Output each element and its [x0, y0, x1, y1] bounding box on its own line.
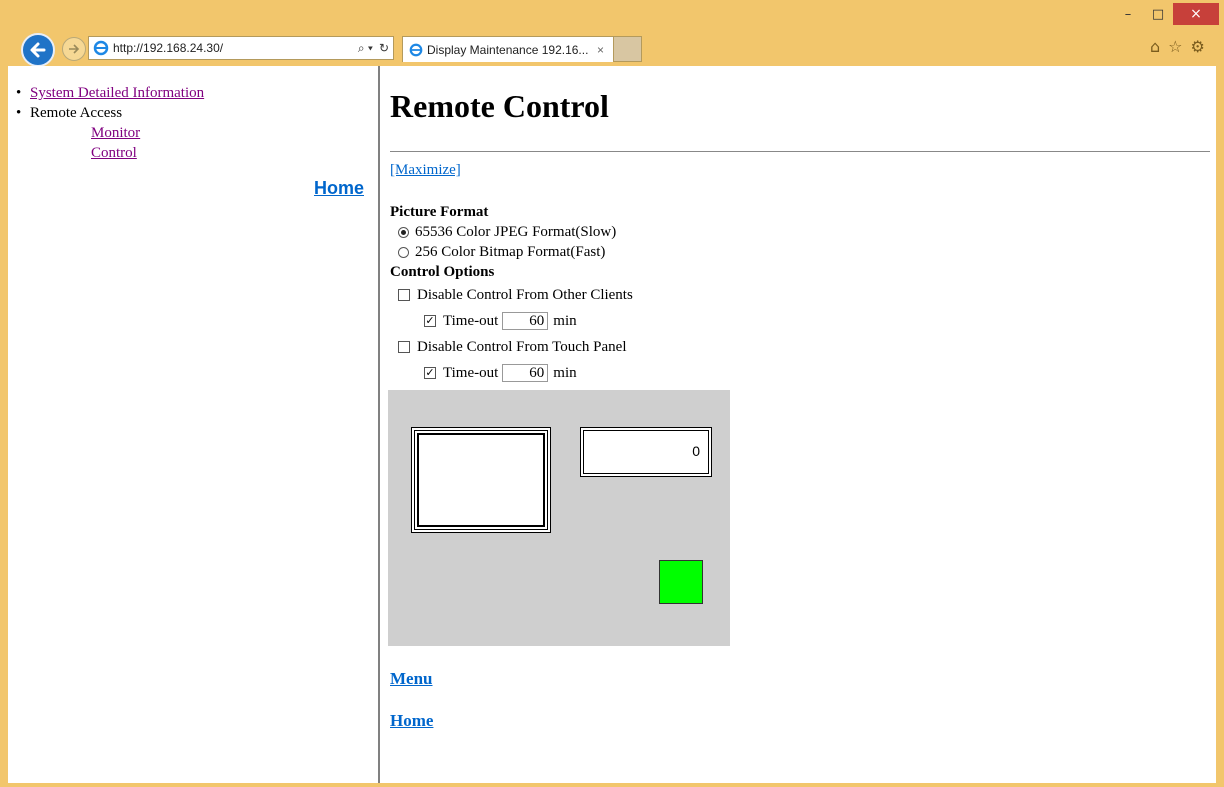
picture-format-header: Picture Format — [390, 204, 489, 220]
radio-unselected-icon[interactable] — [398, 246, 409, 258]
browser-tab[interactable]: Display Maintenance 192.16... × — [402, 36, 614, 62]
maximize-link[interactable]: [Maximize] — [390, 162, 461, 179]
forward-button[interactable] — [62, 37, 86, 61]
disable-touch-panel-option[interactable]: Disable Control From Touch Panel — [398, 334, 633, 360]
page-title: Remote Control — [390, 88, 609, 124]
format-jpeg-option[interactable]: 65536 Color JPEG Format(Slow) — [398, 222, 633, 242]
refresh-icon[interactable]: ↻ — [379, 41, 389, 56]
checkbox-checked-icon[interactable]: ✓ — [424, 315, 436, 327]
search-dropdown-icon[interactable]: ⌕ ▾ — [358, 41, 373, 56]
checkbox-checked-icon[interactable]: ✓ — [424, 367, 436, 379]
monitor-link[interactable]: Monitor — [91, 125, 140, 141]
title-divider — [390, 151, 1210, 152]
options-form: Picture Format 65536 Color JPEG Format(S… — [390, 202, 633, 386]
address-bar[interactable]: http://192.168.24.30/ ⌕ ▾ ↻ — [88, 36, 394, 60]
format-bitmap-option[interactable]: 256 Color Bitmap Format(Fast) — [398, 242, 633, 262]
favorites-star-icon[interactable]: ☆ — [1168, 37, 1182, 56]
address-url[interactable]: http://192.168.24.30/ — [113, 41, 331, 55]
minimize-button[interactable]: – — [1113, 3, 1143, 25]
home-link[interactable]: Home — [390, 711, 433, 731]
new-tab-button[interactable] — [614, 36, 642, 62]
disable-other-clients-option[interactable]: Disable Control From Other Clients — [398, 282, 633, 308]
browser-toolbar-icons: ⌂ ☆ ⚙ — [1150, 37, 1205, 56]
system-info-link[interactable]: System Detailed Information — [30, 85, 204, 101]
remote-screen-panel[interactable]: 0 — [388, 390, 730, 646]
tab-title: Display Maintenance 192.16... — [427, 42, 589, 57]
counter-display[interactable]: 0 — [580, 427, 712, 477]
menu-link[interactable]: Menu — [390, 669, 433, 689]
disable-other-clients-label: Disable Control From Other Clients — [417, 287, 633, 303]
radio-selected-icon[interactable] — [398, 226, 409, 238]
back-button[interactable] — [21, 33, 55, 67]
timeout1-option[interactable]: ✓ Time-out 60 min — [424, 308, 633, 334]
nav-item-remote-access: • Remote Access — [16, 105, 123, 121]
remote-access-label: Remote Access — [30, 105, 123, 121]
format-jpeg-label: 65536 Color JPEG Format(Slow) — [415, 224, 617, 240]
timeout1-input[interactable]: 60 — [502, 312, 549, 330]
control-options-header: Control Options — [390, 264, 495, 280]
remote-display-box[interactable] — [411, 427, 551, 533]
maximize-button[interactable]: □ — [1143, 3, 1173, 25]
ie-logo-icon — [409, 43, 423, 56]
nav-subitem-monitor: Monitor — [91, 123, 204, 143]
left-frame: • System Detailed Information • Remote Acc… — [8, 66, 378, 783]
timeout2-option[interactable]: ✓ Time-out 60 min — [424, 360, 633, 386]
green-button[interactable] — [659, 560, 703, 604]
timeout1-label: Time-out — [443, 313, 499, 329]
timeout2-input[interactable]: 60 — [502, 364, 549, 382]
nav-subitem-control: Control — [91, 143, 204, 163]
control-link[interactable]: Control — [91, 145, 137, 161]
close-window-button[interactable]: × — [1173, 3, 1219, 25]
main-frame: Remote Control [Maximize] Picture Format… — [380, 66, 1216, 783]
home-link-left[interactable]: Home — [314, 178, 364, 199]
settings-gear-icon[interactable]: ⚙ — [1191, 37, 1205, 56]
arrow-left-icon — [30, 42, 46, 58]
browser-titlebar: – □ × http://192.168.24.30/ ⌕ ▾ ↻ Displa… — [0, 0, 1224, 67]
nav-item-system-info: • System Detailed Information — [16, 85, 205, 101]
checkbox-unchecked-icon[interactable] — [398, 341, 410, 353]
disable-touch-panel-label: Disable Control From Touch Panel — [417, 339, 627, 355]
nav-list: • System Detailed Information • Remote Acc… — [16, 83, 204, 163]
timeout2-label: Time-out — [443, 365, 499, 381]
ie-logo-icon — [93, 40, 109, 56]
tab-close-icon[interactable]: × — [597, 43, 613, 57]
arrow-right-icon — [69, 44, 80, 54]
timeout2-unit: min — [553, 365, 577, 381]
home-icon[interactable]: ⌂ — [1150, 37, 1160, 56]
checkbox-unchecked-icon[interactable] — [398, 289, 410, 301]
timeout1-unit: min — [553, 313, 577, 329]
format-bitmap-label: 256 Color Bitmap Format(Fast) — [415, 244, 606, 260]
